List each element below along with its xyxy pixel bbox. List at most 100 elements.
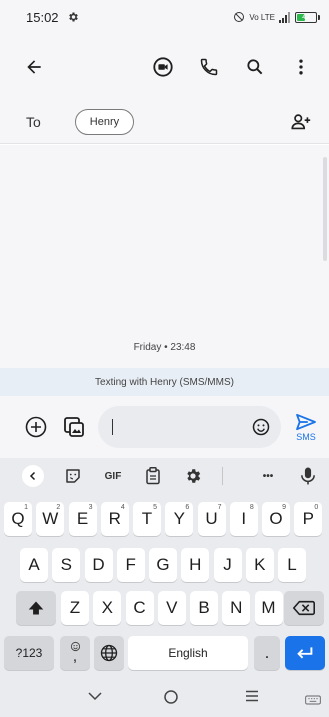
- backspace-key[interactable]: [284, 591, 324, 625]
- shift-key[interactable]: [16, 591, 56, 625]
- key-m[interactable]: M: [254, 591, 283, 625]
- key-j[interactable]: J: [213, 548, 242, 582]
- key-d[interactable]: D: [84, 548, 113, 582]
- signal-strength-icon: [279, 11, 290, 23]
- nav-recents-button[interactable]: [243, 688, 261, 709]
- key-p[interactable]: P0: [294, 502, 323, 536]
- clipboard-button[interactable]: [142, 465, 164, 487]
- key-g[interactable]: G: [149, 548, 177, 582]
- more-options-button[interactable]: [289, 55, 313, 79]
- video-call-icon: [153, 57, 173, 77]
- microphone-icon: [301, 467, 315, 485]
- send-icon: [296, 413, 316, 430]
- comma-key[interactable]: ,: [60, 636, 90, 670]
- key-number-hint: 1: [24, 504, 28, 511]
- key-t[interactable]: T5: [133, 502, 161, 536]
- conversation-area[interactable]: Friday • 23:48: [0, 145, 329, 368]
- add-recipient-button[interactable]: [289, 110, 313, 134]
- sms-info-banner: Texting with Henry (SMS/MMS): [0, 368, 329, 396]
- add-attachment-button[interactable]: [24, 415, 48, 439]
- symbols-key[interactable]: ?123: [4, 636, 54, 670]
- key-label: I: [241, 509, 247, 528]
- status-time: 15:02: [26, 9, 59, 25]
- keyboard: GIF ••• Q1W2E3R4T5Y6U7I8O9P0 ASDFGHJKL Z…: [0, 458, 329, 680]
- emoji-button[interactable]: [249, 415, 273, 439]
- toolbar-divider: [222, 467, 223, 485]
- key-number-hint: 7: [217, 504, 222, 511]
- sticker-button[interactable]: [62, 465, 84, 487]
- keyboard-toolbar: GIF •••: [0, 458, 329, 494]
- menu-lines-icon: [246, 690, 258, 702]
- status-indicators: Vo LTE 42: [233, 11, 320, 23]
- key-n[interactable]: N: [222, 591, 251, 625]
- globe-icon: [100, 644, 118, 662]
- key-w[interactable]: W2: [36, 502, 65, 536]
- navigation-bar: [0, 680, 329, 717]
- message-input[interactable]: [98, 406, 281, 448]
- key-b[interactable]: B: [190, 591, 218, 625]
- key-l[interactable]: L: [278, 548, 306, 582]
- settings-gear-icon: [187, 469, 201, 483]
- key-c[interactable]: C: [125, 591, 154, 625]
- battery-icon: 42: [295, 11, 320, 23]
- key-y[interactable]: Y6: [165, 502, 194, 536]
- key-h[interactable]: H: [181, 548, 210, 582]
- key-f[interactable]: F: [116, 548, 145, 582]
- key-number-hint: 0: [314, 504, 319, 511]
- to-label: To: [26, 113, 41, 130]
- key-z[interactable]: Z: [61, 591, 89, 625]
- search-button[interactable]: [243, 55, 267, 79]
- key-x[interactable]: X: [93, 591, 122, 625]
- emoji-icon: [252, 418, 270, 436]
- video-call-button[interactable]: [151, 55, 175, 79]
- add-person-icon: [291, 113, 311, 129]
- key-label: W: [42, 509, 59, 528]
- nav-back-button[interactable]: [86, 688, 104, 709]
- keyboard-switch-button[interactable]: [305, 692, 321, 710]
- space-key[interactable]: English: [128, 636, 248, 670]
- language-key[interactable]: [94, 636, 124, 670]
- send-sms-button[interactable]: SMS: [293, 413, 319, 442]
- backspace-icon: [293, 600, 315, 616]
- keyboard-settings-button[interactable]: [182, 465, 204, 487]
- key-o[interactable]: O9: [262, 502, 290, 536]
- network-type-label: Vo LTE: [249, 12, 275, 22]
- keyboard-row-4: ?123 , English .: [0, 636, 329, 670]
- key-label: Q: [11, 509, 25, 528]
- key-k[interactable]: K: [245, 548, 274, 582]
- recipient-row: To Henry: [0, 100, 329, 144]
- enter-key[interactable]: [285, 636, 325, 670]
- key-label: E: [76, 509, 89, 528]
- chevron-left-icon: [29, 471, 36, 481]
- scrollbar[interactable]: [323, 157, 327, 261]
- key-label: O: [269, 509, 283, 528]
- key-i[interactable]: I8: [229, 502, 258, 536]
- conversation-date-label: Friday • 23:48: [133, 342, 196, 353]
- key-u[interactable]: U7: [197, 502, 226, 536]
- do-not-disturb-icon: [234, 12, 245, 22]
- keyboard-row-3: ZXCVBNM: [0, 591, 329, 625]
- recipient-chip[interactable]: Henry: [74, 108, 135, 135]
- call-button[interactable]: [197, 55, 221, 79]
- gallery-button[interactable]: [62, 415, 86, 439]
- key-r[interactable]: R4: [100, 502, 129, 536]
- key-q[interactable]: Q1: [4, 502, 32, 536]
- nav-home-button[interactable]: [162, 688, 180, 711]
- key-label: U: [205, 509, 218, 528]
- keyboard-row-1: Q1W2E3R4T5Y6U7I8O9P0: [0, 502, 329, 536]
- key-s[interactable]: S: [52, 548, 81, 582]
- shift-arrow-icon: [28, 601, 44, 615]
- key-v[interactable]: V: [157, 591, 186, 625]
- period-key[interactable]: .: [254, 636, 280, 670]
- more-vertical-icon: [299, 59, 303, 75]
- comma-label: ,: [72, 647, 78, 665]
- voice-input-button[interactable]: [297, 465, 319, 487]
- key-e[interactable]: E3: [68, 502, 97, 536]
- gif-button[interactable]: GIF: [102, 465, 124, 487]
- key-a[interactable]: A: [20, 548, 48, 582]
- more-tools-button[interactable]: •••: [257, 465, 279, 487]
- back-button[interactable]: [22, 55, 46, 79]
- chevron-down-icon: [88, 692, 102, 701]
- sticker-icon: [66, 469, 80, 483]
- toolbar-collapse-button[interactable]: [22, 465, 44, 487]
